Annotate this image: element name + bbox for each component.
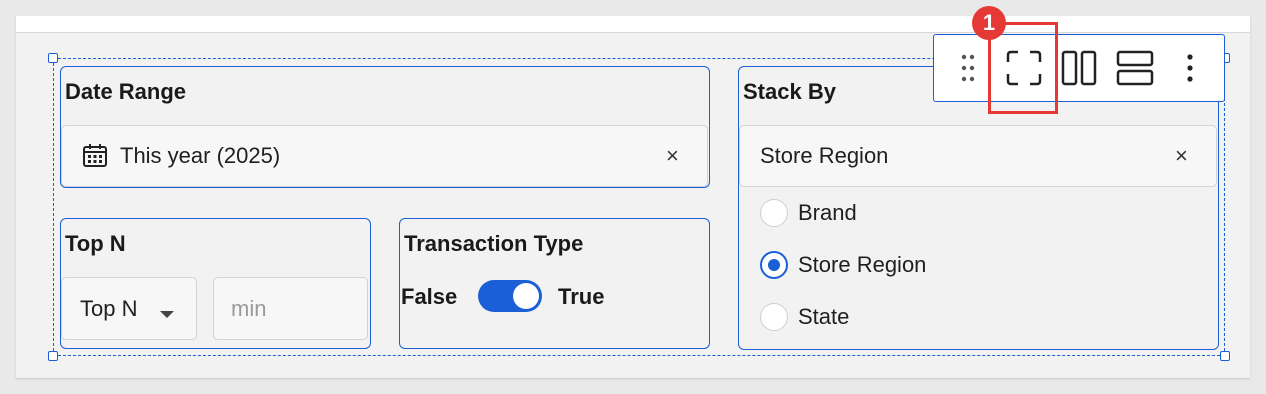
- element-toolbar: [933, 34, 1225, 102]
- radio-store-region-label: Store Region: [798, 252, 927, 277]
- radio-brand[interactable]: [760, 199, 788, 227]
- resize-handle-bottom-right[interactable]: [1220, 351, 1230, 361]
- top-n-title: Top N: [65, 231, 126, 256]
- stack-by-selected-value: Store Region: [760, 143, 889, 168]
- date-range-control: Date Range This year (2025) ×: [60, 66, 710, 188]
- annotation-step-badge: 1: [972, 6, 1006, 40]
- radio-store-region[interactable]: [760, 251, 788, 279]
- transaction-type-title: Transaction Type: [404, 231, 584, 256]
- transaction-type-toggle[interactable]: [478, 280, 542, 312]
- date-range-title: Date Range: [65, 79, 187, 104]
- canvas-top-strip: [16, 16, 1250, 33]
- split-rows-icon[interactable]: [1114, 35, 1156, 101]
- split-columns-icon[interactable]: [1058, 35, 1100, 101]
- drag-handle-icon[interactable]: [954, 35, 982, 101]
- more-vertical-icon[interactable]: [1178, 35, 1202, 101]
- stack-by-field[interactable]: Store Region ×: [739, 125, 1217, 187]
- top-n-min-input[interactable]: min: [213, 277, 368, 340]
- caret-down-icon: [160, 306, 174, 324]
- calendar-icon: [82, 143, 108, 174]
- toggle-false-label: False: [401, 284, 458, 309]
- top-n-select[interactable]: Top N: [61, 277, 197, 340]
- date-range-value: This year (2025): [120, 143, 281, 168]
- resize-handle-bottom-left[interactable]: [48, 351, 58, 361]
- radio-state-label: State: [798, 304, 850, 329]
- clear-stack-by-button[interactable]: ×: [1175, 143, 1188, 169]
- top-n-control: Top N Top N min: [60, 218, 371, 349]
- stack-by-title: Stack By: [743, 79, 836, 104]
- date-range-field[interactable]: This year (2025) ×: [61, 125, 708, 187]
- toggle-true-label: True: [558, 284, 605, 309]
- clear-date-range-button[interactable]: ×: [666, 143, 679, 169]
- top-n-min-placeholder: min: [231, 296, 267, 321]
- radio-brand-label: Brand: [798, 200, 857, 225]
- top-n-select-value: Top N: [80, 296, 138, 321]
- radio-state[interactable]: [760, 303, 788, 331]
- resize-handle-top-left[interactable]: [48, 53, 58, 63]
